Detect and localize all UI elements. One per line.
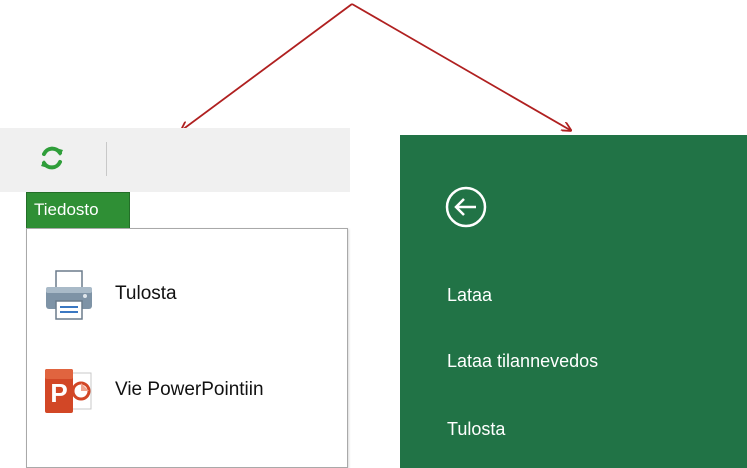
screenshot-stage: Tiedosto Tulosta P Vie PowerPointiin Lat… [0,0,747,468]
nav-item-print[interactable]: Tulosta [447,419,505,440]
quick-access-toolbar [0,128,350,192]
arrow-left [182,3,353,130]
file-tab[interactable]: Tiedosto [26,192,130,228]
menu-item-print[interactable]: Tulosta [43,269,333,321]
menu-item-label: Vie PowerPointiin [115,379,264,400]
powerpoint-icon: P [45,369,92,413]
toolbar-separator [106,142,107,176]
back-arrow-icon [445,186,487,228]
printer-icon [46,270,92,320]
file-menu: Tulosta P Vie PowerPointiin [26,228,348,468]
nav-item-download-snapshot[interactable]: Lataa tilannevedos [447,351,598,372]
refresh-icon [41,146,63,170]
arrow-right [351,3,570,130]
svg-text:P: P [50,378,67,408]
legacy-ribbon-panel: Tiedosto Tulosta P Vie PowerPointiin [0,128,352,468]
menu-item-label: Tulosta [115,283,177,304]
nav-item-download[interactable]: Lataa [447,285,492,306]
back-button[interactable] [444,185,488,229]
refresh-button[interactable] [38,144,66,172]
menu-item-export-powerpoint[interactable]: P Vie PowerPointiin [43,365,333,417]
backstage-panel: Lataa Lataa tilannevedos Tulosta [400,135,747,468]
